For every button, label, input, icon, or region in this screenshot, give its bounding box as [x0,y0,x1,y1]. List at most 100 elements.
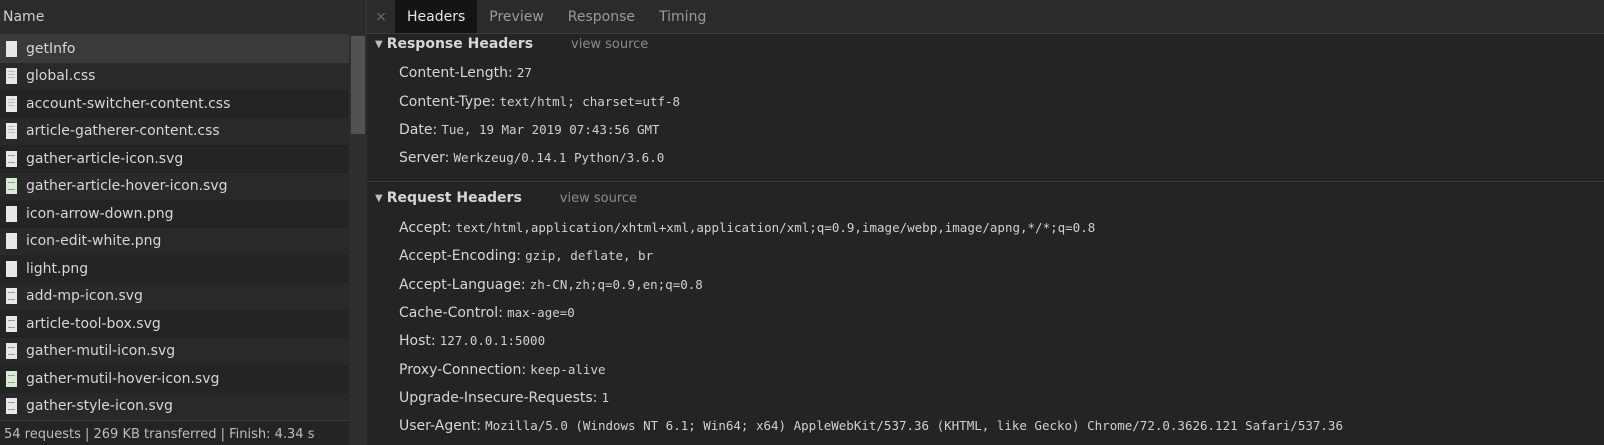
view-source-link[interactable]: view source [560,191,637,206]
file-row[interactable]: article-gatherer-content.css [0,117,349,145]
file-list-scrollbar[interactable] [349,34,367,445]
header-key: User-Agent: [399,418,481,434]
file-name: light.png [26,260,89,277]
svg-file-icon [6,370,17,387]
header-row: Host: 127.0.0.1:5000 [399,331,545,351]
header-key: Host: [399,333,436,349]
header-value: text/html; charset=utf-8 [499,94,681,109]
header-key: Accept-Encoding: [399,248,522,264]
details-tabbar: × Headers Preview Response Timing [367,0,1604,34]
header-value: text/html,application/xhtml+xml,applicat… [455,220,1096,235]
file-row[interactable]: icon-arrow-down.png [0,200,349,228]
file-row[interactable]: gather-mutil-icon.svg [0,337,349,365]
svg-file-icon [6,398,17,415]
file-name: global.css [26,68,96,85]
header-row: Accept-Language: zh-CN,zh;q=0.9,en;q=0.8 [399,275,703,295]
header-row: Content-Length: 27 [399,63,532,83]
header-row: Cache-Control: max-age=0 [399,303,575,323]
image-file-icon [6,205,17,222]
header-value: max-age=0 [507,305,575,320]
header-row: Accept-Encoding: gzip, deflate, br [399,246,653,266]
file-name: getInfo [26,40,76,57]
section-title: Request Headers [386,190,522,206]
triangle-down-icon: ▼ [375,38,383,50]
css-file-icon [6,123,17,140]
header-value: keep-alive [530,362,606,377]
close-icon[interactable]: × [367,0,395,33]
header-key: Content-Length: [399,65,513,81]
file-name: article-tool-box.svg [26,315,161,332]
header-key: Proxy-Connection: [399,362,527,378]
file-row[interactable]: article-tool-box.svg [0,310,349,338]
file-row[interactable]: add-mp-icon.svg [0,282,349,310]
header-value: zh-CN,zh;q=0.9,en;q=0.8 [529,277,703,292]
name-column-header[interactable]: Name [0,0,366,35]
file-name: gather-mutil-icon.svg [26,343,176,360]
css-file-icon [6,68,17,85]
header-key: Content-Type: [399,94,496,110]
header-value: 1 [601,390,610,405]
file-row[interactable]: getInfo [0,35,349,63]
header-value: gzip, deflate, br [525,248,654,263]
triangle-down-icon: ▼ [375,192,383,204]
file-name: gather-article-hover-icon.svg [26,178,228,195]
file-name: add-mp-icon.svg [26,288,143,305]
header-row: Accept: text/html,application/xhtml+xml,… [399,218,1095,238]
file-name: gather-style-icon.svg [26,398,173,415]
scrollbar-thumb[interactable] [351,36,365,134]
image-file-icon [6,260,17,277]
header-row: Server: Werkzeug/0.14.1 Python/3.6.0 [399,148,664,168]
file-name: account-switcher-content.css [26,95,231,112]
file-row[interactable]: gather-article-icon.svg [0,145,349,173]
view-source-link[interactable]: view source [571,37,648,52]
header-key: Upgrade-Insecure-Requests: [399,390,598,406]
file-row[interactable]: icon-edit-white.png [0,227,349,255]
header-value: 27 [516,65,532,80]
request-details-panel: × Headers Preview Response Timing ▼ Resp… [367,0,1604,445]
tab-response[interactable]: Response [556,0,647,33]
tab-timing[interactable]: Timing [647,0,718,33]
header-row: Date: Tue, 19 Mar 2019 07:43:56 GMT [399,120,660,140]
image-file-icon [6,233,17,250]
request-list-panel: Name getInfo global.css account-switcher… [0,0,367,445]
file-name: gather-mutil-hover-icon.svg [26,370,220,387]
file-row[interactable]: account-switcher-content.css [0,90,349,118]
file-row[interactable]: gather-style-icon.svg [0,392,349,420]
css-file-icon [6,95,17,112]
svg-file-icon [6,150,17,167]
header-row: Proxy-Connection: keep-alive [399,360,606,380]
header-row: User-Agent: Mozilla/5.0 (Windows NT 6.1;… [399,416,1343,436]
header-key: Cache-Control: [399,305,503,321]
header-row: Upgrade-Insecure-Requests: 1 [399,388,609,408]
header-value: Werkzeug/0.14.1 Python/3.6.0 [453,150,665,165]
header-value: Mozilla/5.0 (Windows NT 6.1; Win64; x64)… [485,418,1343,433]
file-name: gather-article-icon.svg [26,150,184,167]
svg-file-icon [6,315,17,332]
header-value: 127.0.0.1:5000 [439,333,546,348]
file-name: article-gatherer-content.css [26,123,220,140]
header-value: Tue, 19 Mar 2019 07:43:56 GMT [441,122,660,137]
file-row[interactable]: global.css [0,62,349,90]
network-summary-status: 54 requests | 269 KB transferred | Finis… [0,420,349,445]
header-key: Date: [399,122,438,138]
file-name: icon-arrow-down.png [26,205,174,222]
header-key: Accept-Language: [399,277,526,293]
request-headers-section-toggle[interactable]: ▼ Request Headers view source [375,188,637,208]
document-icon [6,40,17,57]
tab-headers[interactable]: Headers [395,0,478,33]
svg-file-icon [6,178,17,195]
header-key: Server: [399,150,450,166]
file-row[interactable]: gather-mutil-hover-icon.svg [0,365,349,393]
file-row[interactable]: gather-article-hover-icon.svg [0,172,349,200]
file-name: icon-edit-white.png [26,233,162,250]
header-key: Accept: [399,220,452,236]
file-list: getInfo global.css account-switcher-cont… [0,35,366,420]
header-row: Content-Type: text/html; charset=utf-8 [399,92,680,112]
svg-file-icon [6,343,17,360]
section-divider [367,181,1604,182]
section-title: Response Headers [386,36,534,52]
tab-preview[interactable]: Preview [477,0,556,33]
svg-file-icon [6,288,17,305]
file-row[interactable]: light.png [0,255,349,283]
response-headers-section-toggle[interactable]: ▼ Response Headers view source [375,34,648,54]
